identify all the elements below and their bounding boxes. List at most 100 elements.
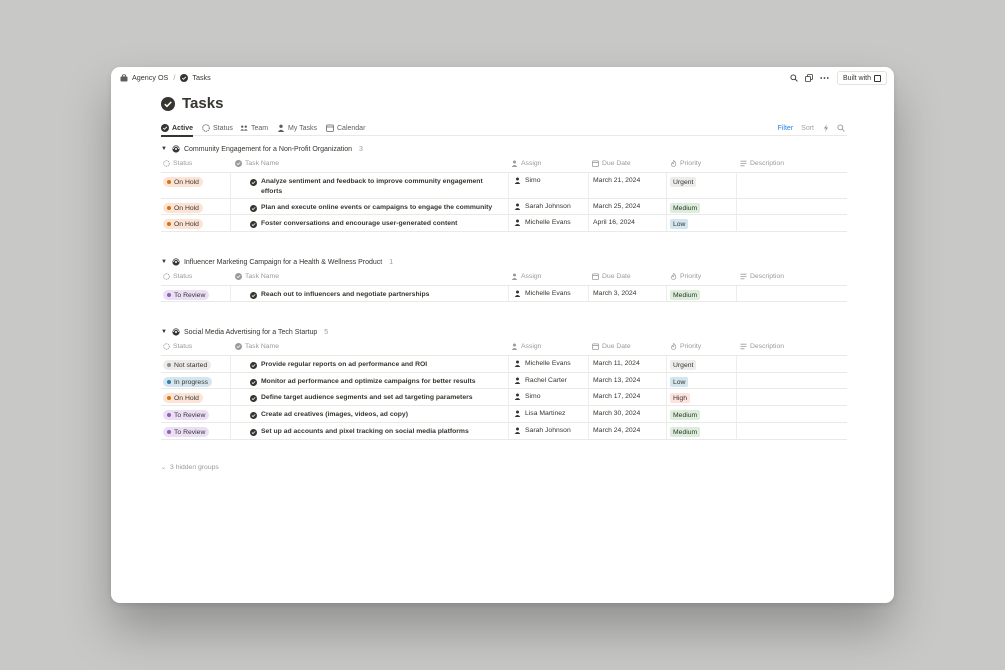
briefcase-icon [120,73,128,82]
assign-cell[interactable]: Michelle Evans [514,219,571,226]
status-cell[interactable]: On Hold [163,393,203,403]
task-name-cell[interactable]: Define target audience segments and set … [250,393,505,403]
group-header[interactable]: ▼ Influencer Marketing Campaign for a Hea… [161,255,847,269]
collapse-triangle-icon[interactable]: ▼ [161,329,167,335]
status-label: On Hold [174,220,199,228]
table-row[interactable]: Not started Provide regular reports on ad… [161,356,847,373]
priority-cell[interactable]: Medium [670,410,701,420]
due-date-cell[interactable]: March 24, 2024 [593,427,640,434]
built-with-button[interactable]: Built with [836,71,887,85]
col-header-due-date[interactable]: Due Date [592,343,631,350]
task-name-cell[interactable]: Plan and execute online events or campai… [250,203,505,213]
priority-cell[interactable]: Urgent [670,177,697,187]
priority-cell[interactable]: Low [670,377,689,387]
due-date-cell[interactable]: April 16, 2024 [593,219,635,226]
priority-cell[interactable]: Low [670,219,689,229]
assign-cell[interactable]: Sarah Johnson [514,427,571,434]
search-icon[interactable] [837,124,845,132]
col-header-due-date[interactable]: Due Date [592,160,631,167]
table-row[interactable]: On Hold Foster conversations and encourag… [161,215,847,232]
group-header[interactable]: ▼ Social Media Advertising for a Tech Sta… [161,325,847,339]
col-header-assign[interactable]: Assign [511,160,541,167]
col-header-task-name[interactable]: Task Name [235,160,279,167]
status-cell[interactable]: On Hold [163,177,203,187]
assign-cell[interactable]: Lisa Martinez [514,410,565,417]
breadcrumb-workspace[interactable]: Agency OS [132,73,168,82]
col-header-status[interactable]: Status [163,343,192,350]
assign-cell[interactable]: Simo [514,177,541,184]
priority-cell[interactable]: Urgent [670,360,697,370]
due-date-cell[interactable]: March 25, 2024 [593,203,640,210]
breadcrumb-page[interactable]: Tasks [192,73,210,82]
tab-calendar[interactable]: Calendar [326,122,365,134]
search-icon[interactable] [790,74,799,83]
due-date-cell[interactable]: March 17, 2024 [593,393,640,400]
due-date-cell[interactable]: March 13, 2024 [593,377,640,384]
col-header-priority[interactable]: Priority [670,160,701,167]
table-row[interactable]: To Review Create ad creatives (images, vi… [161,406,847,423]
due-date-cell[interactable]: March 30, 2024 [593,410,640,417]
tab-status[interactable]: Status [202,122,233,134]
status-cell[interactable]: To Review [163,427,210,437]
assign-cell[interactable]: Rachel Carter [514,377,567,384]
tab-team[interactable]: Team [240,122,268,134]
table-row[interactable]: On Hold Define target audience segments a… [161,389,847,406]
col-header-description[interactable]: Description [740,273,784,280]
status-label: To Review [174,428,206,436]
hidden-groups-toggle[interactable]: ⌄ 3 hidden groups [161,464,219,471]
due-date-cell[interactable]: March 3, 2024 [593,290,636,297]
tab-my-tasks[interactable]: My Tasks [277,122,317,134]
tab-active[interactable]: Active [161,122,194,137]
col-header-description[interactable]: Description [740,343,784,350]
status-cell[interactable]: In progress [163,377,213,387]
col-header-label: Assign [521,273,542,280]
status-dot [167,363,171,367]
automation-lightning-icon[interactable] [822,124,830,132]
task-name-cell[interactable]: Create ad creatives (images, videos, ad … [250,410,505,420]
task-check-icon [250,220,257,228]
status-cell[interactable]: Not started [163,360,212,370]
due-date-cell[interactable]: March 21, 2024 [593,177,640,184]
duplicate-icon[interactable] [805,74,814,83]
status-cell[interactable]: On Hold [163,203,203,213]
col-header-assign[interactable]: Assign [511,273,541,280]
col-header-priority[interactable]: Priority [670,273,701,280]
col-header-status[interactable]: Status [163,160,192,167]
status-cell[interactable]: To Review [163,410,210,420]
table-row[interactable]: In progress Monitor ad performance and op… [161,373,847,389]
table-row[interactable]: To Review Set up ad accounts and pixel tr… [161,423,847,440]
filter-button[interactable]: Filter [778,125,794,132]
collapse-triangle-icon[interactable]: ▼ [161,146,167,152]
priority-cell[interactable]: Medium [670,203,701,213]
assign-cell[interactable]: Simo [514,393,541,400]
col-header-description[interactable]: Description [740,160,784,167]
col-header-priority[interactable]: Priority [670,343,701,350]
table-row[interactable]: On Hold Analyze sentiment and feedback to… [161,173,847,199]
status-cell[interactable]: To Review [163,290,210,300]
task-name-cell[interactable]: Set up ad accounts and pixel tracking on… [250,427,505,437]
task-name-cell[interactable]: Monitor ad performance and optimize camp… [250,377,505,387]
priority-cell[interactable]: Medium [670,427,701,437]
task-name-cell[interactable]: Reach out to influencers and negotiate p… [250,290,505,300]
table-row[interactable]: To Review Reach out to influencers and ne… [161,286,847,302]
col-header-status[interactable]: Status [163,273,192,280]
assign-cell[interactable]: Sarah Johnson [514,203,571,210]
task-name-cell[interactable]: Foster conversations and encourage user-… [250,219,505,229]
assign-cell[interactable]: Michelle Evans [514,360,571,367]
task-name-cell[interactable]: Analyze sentiment and feedback to improv… [250,177,505,197]
table-row[interactable]: On Hold Plan and execute online events or… [161,199,847,215]
priority-cell[interactable]: High [670,393,690,403]
due-date-cell[interactable]: March 11, 2024 [593,360,640,367]
col-header-task-name[interactable]: Task Name [235,343,279,350]
collapse-triangle-icon[interactable]: ▼ [161,259,167,265]
col-header-due-date[interactable]: Due Date [592,273,631,280]
col-header-assign[interactable]: Assign [511,343,541,350]
task-name-cell[interactable]: Provide regular reports on ad performanc… [250,360,505,370]
group-header[interactable]: ▼ Community Engagement for a Non-Profit O… [161,142,847,156]
sort-button[interactable]: Sort [801,125,814,132]
priority-cell[interactable]: Medium [670,290,701,300]
assign-cell[interactable]: Michelle Evans [514,290,571,297]
col-header-task-name[interactable]: Task Name [235,273,279,280]
status-cell[interactable]: On Hold [163,219,203,229]
more-icon[interactable] [820,74,829,83]
